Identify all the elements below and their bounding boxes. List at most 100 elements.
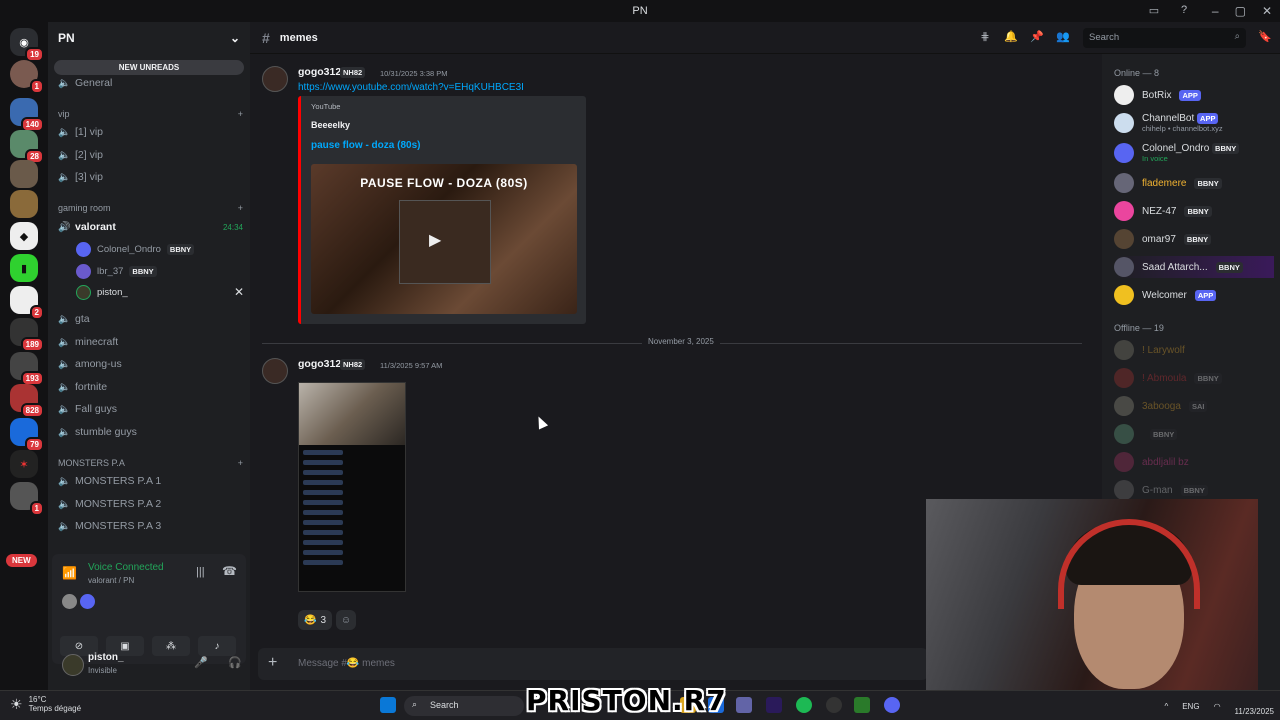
message-author[interactable]: gogo312 <box>298 66 341 78</box>
member-item[interactable]: Saad Attarch... BBNY <box>1114 256 1274 278</box>
plus-icon[interactable]: + <box>238 203 243 213</box>
pin-icon[interactable]: 📌 <box>1030 30 1044 44</box>
search-input[interactable]: Search ⌕ <box>1083 28 1246 48</box>
category-gaming[interactable]: gaming room + <box>58 203 243 213</box>
embed-title[interactable]: pause flow - doza (80s) <box>311 140 420 151</box>
channel-monsters-3[interactable]: 🔈 MONSTERS P.A 3 <box>58 517 243 535</box>
reaction-button[interactable]: 😂 3 <box>298 610 332 630</box>
server-10[interactable]: 193 <box>10 352 44 386</box>
language-indicator[interactable]: ENG <box>1182 702 1199 711</box>
wifi-icon[interactable]: ◠ <box>1214 702 1221 711</box>
image-attachment[interactable] <box>298 382 406 592</box>
server-4[interactable] <box>10 160 38 188</box>
avatar[interactable] <box>62 654 84 676</box>
channel-fortnite[interactable]: 🔈 fortnite <box>58 378 243 396</box>
member-item[interactable]: omar97 BBNY <box>1114 228 1274 250</box>
voice-location[interactable]: valorant / PN <box>88 576 134 585</box>
server-7[interactable]: ▮ <box>10 254 38 282</box>
voice-user[interactable]: Colonel_Ondro BBNY <box>76 240 244 258</box>
new-pill[interactable]: NEW <box>6 554 37 567</box>
voice-status[interactable]: Voice Connected <box>88 562 164 573</box>
app-icon[interactable] <box>826 697 842 713</box>
channel-fall-guys[interactable]: 🔈 Fall guys <box>58 400 243 418</box>
category-vip[interactable]: vip + <box>58 109 243 119</box>
inbox-icon[interactable]: ▭ <box>1146 2 1162 18</box>
play-icon[interactable]: ▶ <box>429 230 441 250</box>
add-reaction-button[interactable]: ☺ <box>336 610 356 630</box>
message-composer[interactable]: + Message #😂 memes <box>258 648 928 680</box>
channel-stumble-guys[interactable]: 🔈 stumble guys <box>58 423 243 441</box>
member-item[interactable]: BBNY <box>1114 423 1274 445</box>
noise-suppression-icon[interactable]: ||| <box>196 566 205 578</box>
server-8[interactable]: 2 <box>10 286 44 320</box>
start-button[interactable] <box>380 697 396 713</box>
voice-user[interactable]: piston_ ✕ <box>76 283 244 301</box>
plus-icon[interactable]: + <box>238 458 243 468</box>
disconnect-icon[interactable]: ☎ <box>222 564 237 578</box>
home-button[interactable]: ◉ 19 <box>10 28 44 62</box>
channel-vip-2[interactable]: 🔈 [2] vip <box>58 146 243 164</box>
server-12[interactable]: 79 <box>10 418 44 452</box>
member-item[interactable]: abdljalil bz <box>1114 451 1274 473</box>
message-author[interactable]: gogo312 <box>298 358 341 370</box>
avatar[interactable] <box>80 594 95 609</box>
channel-monsters-1[interactable]: 🔈 MONSTERS P.A 1 <box>58 472 243 490</box>
channel-minecraft[interactable]: 🔈 minecraft <box>58 333 243 351</box>
spotify-icon[interactable] <box>796 697 812 713</box>
avatar[interactable] <box>262 358 288 384</box>
bell-icon[interactable]: 🔔 <box>1004 30 1018 44</box>
embed-author[interactable]: Beeeelky <box>311 120 350 130</box>
message-link[interactable]: https://www.youtube.com/watch?v=EHqKUHBC… <box>298 82 524 93</box>
premiere-icon[interactable] <box>766 697 782 713</box>
server-9[interactable]: 189 <box>10 318 44 352</box>
video-thumbnail[interactable]: PAUSE FLOW - DOZA (80S) ▶ <box>311 164 577 314</box>
server-2[interactable]: 140 <box>10 98 44 132</box>
avatar[interactable] <box>62 594 77 609</box>
headphones-icon[interactable]: 🎧 <box>228 656 242 669</box>
channel-general[interactable]: 🔈 General <box>58 74 243 92</box>
channel-among-us[interactable]: 🔈 among-us <box>58 355 243 373</box>
embed-provider[interactable]: YouTube <box>311 102 340 111</box>
server-3[interactable]: 28 <box>10 130 44 164</box>
category-monsters[interactable]: MONSTERS P.A + <box>58 458 243 468</box>
server-11[interactable]: 828 <box>10 384 44 418</box>
member-item[interactable]: G-man BBNY <box>1114 479 1274 501</box>
threads-icon[interactable]: ⋕ <box>978 30 992 44</box>
channel-vip-1[interactable]: 🔈 [1] vip <box>58 123 243 141</box>
members-icon[interactable]: 👥 <box>1056 30 1070 44</box>
date-display[interactable]: 11/23/2025 <box>1235 707 1274 716</box>
channel-valorant[interactable]: 🔊 valorant 24:34 <box>58 218 243 236</box>
chevron-up-icon[interactable]: ^ <box>1164 702 1168 711</box>
channel-monsters-2[interactable]: 🔈 MONSTERS P.A 2 <box>58 495 243 513</box>
teams-icon[interactable] <box>736 697 752 713</box>
member-item[interactable]: Colonel_Ondro BBNY In voice <box>1114 142 1274 164</box>
server-13[interactable]: ✶ <box>10 450 38 478</box>
close-button[interactable]: ✕ <box>1262 4 1272 18</box>
avatar[interactable] <box>262 66 288 92</box>
voice-user[interactable]: lbr_37 BBNY <box>76 262 244 280</box>
inbox-icon[interactable]: 🔖 <box>1258 30 1272 43</box>
member-item[interactable]: Welcomer APP <box>1114 284 1274 306</box>
member-item[interactable]: flademere BBNY <box>1114 172 1274 194</box>
new-unreads-banner[interactable]: NEW UNREADS <box>54 60 244 75</box>
discord-icon[interactable] <box>884 697 900 713</box>
plus-icon[interactable]: + <box>268 654 277 672</box>
weather-widget[interactable]: ☀ 16°C Temps dégagé <box>10 695 81 713</box>
user-name[interactable]: piston_ <box>88 652 124 663</box>
plus-icon[interactable]: + <box>238 109 243 119</box>
member-item[interactable]: 3abooga SAI <box>1114 395 1274 417</box>
member-item[interactable]: ! Abmoula BBNY <box>1114 367 1274 389</box>
server-6[interactable]: ◆ <box>10 222 38 250</box>
taskbar-search[interactable]: ⌕ Search <box>404 696 524 716</box>
maximize-button[interactable]: ▢ <box>1235 4 1246 18</box>
server-1[interactable]: 1 <box>10 60 44 94</box>
member-item[interactable]: ! Larywolf <box>1114 339 1274 361</box>
channel-vip-3[interactable]: 🔈 [3] vip <box>58 168 243 186</box>
app-icon[interactable] <box>854 697 870 713</box>
channel-gta[interactable]: 🔈 gta <box>58 310 243 328</box>
member-item[interactable]: ChannelBot APP chihelp • channelbot.xyz <box>1114 112 1274 134</box>
guild-header[interactable]: PN ⌄ <box>48 22 250 54</box>
server-5[interactable] <box>10 190 38 218</box>
minimize-button[interactable]: – <box>1212 4 1219 18</box>
microphone-icon[interactable]: 🎤 <box>194 656 208 669</box>
